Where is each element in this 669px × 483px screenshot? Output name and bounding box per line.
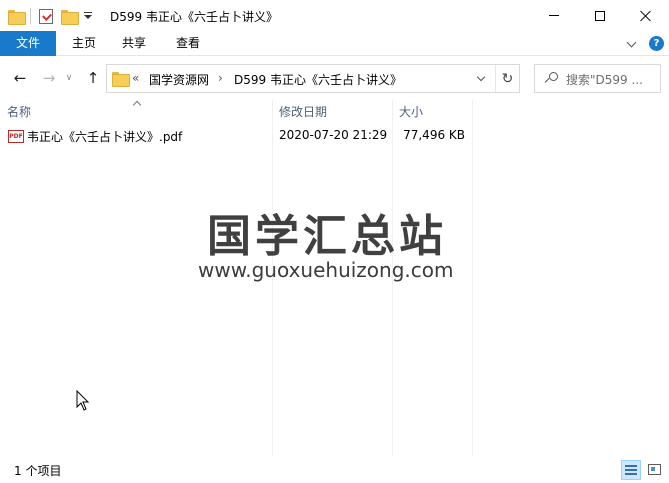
- search-box[interactable]: 搜索"D599 ...: [534, 64, 661, 93]
- folder-icon: [112, 72, 130, 87]
- status-bar: 1 个项目: [0, 456, 669, 483]
- item-count: 1 个项目: [14, 464, 62, 478]
- pdf-icon: PDF: [8, 130, 24, 143]
- back-button[interactable]: ←: [11, 67, 29, 89]
- quick-access-toolbar: [8, 6, 93, 26]
- refresh-button[interactable]: ↻: [495, 65, 519, 92]
- mouse-pointer-icon: [76, 390, 90, 411]
- tab-home[interactable]: 主页: [62, 31, 106, 56]
- maximize-icon: [595, 10, 605, 21]
- recent-locations-chevron-icon[interactable]: ∨: [63, 67, 75, 89]
- breadcrumb-overflow[interactable]: «: [132, 71, 139, 85]
- large-icons-view-button[interactable]: [645, 460, 665, 480]
- new-folder-icon[interactable]: [61, 9, 79, 25]
- search-icon: [545, 72, 558, 85]
- minimize-button[interactable]: [531, 0, 577, 31]
- search-input[interactable]: 搜索"D599 ...: [566, 71, 658, 88]
- file-size: 77,496 KB: [403, 128, 465, 142]
- maximize-button[interactable]: [577, 0, 623, 31]
- breadcrumb-separator-chevron-icon[interactable]: ›: [218, 71, 223, 85]
- column-header-size[interactable]: 大小: [392, 100, 472, 125]
- file-name[interactable]: 韦正心《六壬占卜讲义》.pdf: [27, 128, 182, 145]
- toolbar-divider: [30, 8, 31, 24]
- file-modified-date: 2020-07-20 21:29: [279, 128, 388, 142]
- column-header-modified[interactable]: 修改日期: [272, 100, 392, 125]
- breadcrumb-item-parent[interactable]: 国学资源网: [149, 71, 209, 88]
- minimize-icon: [549, 15, 559, 16]
- ribbon: 文件 主页 共享 查看 ?: [0, 31, 669, 56]
- large-icons-view-icon: [648, 464, 661, 475]
- breadcrumb-item-current[interactable]: D599 韦正心《六壬占卜讲义》: [234, 71, 402, 88]
- help-icon[interactable]: ?: [649, 36, 664, 51]
- forward-button[interactable]: →: [40, 67, 58, 89]
- close-icon: [640, 10, 652, 22]
- watermark-url: www.guoxuehuizong.com: [198, 258, 454, 282]
- title-bar: D599 韦正心《六壬占卜讲义》: [0, 0, 669, 31]
- file-list: 名称 修改日期 大小 PDF 韦正心《六壬占卜讲义》.pdf 2020-07-2…: [0, 100, 669, 456]
- sort-ascending-chevron-icon: [132, 100, 142, 106]
- expand-ribbon-chevron-icon[interactable]: [627, 39, 637, 47]
- details-view-button[interactable]: [621, 460, 641, 480]
- tab-view[interactable]: 查看: [166, 31, 210, 56]
- address-history-chevron-icon[interactable]: [476, 75, 486, 83]
- watermark-logo: 国学汇总站: [207, 211, 447, 262]
- details-view-icon: [625, 465, 637, 475]
- up-button[interactable]: ↑: [84, 67, 102, 89]
- tab-share[interactable]: 共享: [112, 31, 156, 56]
- close-button[interactable]: [623, 0, 669, 31]
- window-title: D599 韦正心《六壬占卜讲义》: [110, 10, 278, 24]
- tab-file[interactable]: 文件: [0, 31, 56, 56]
- address-bar[interactable]: « 国学资源网 › D599 韦正心《六壬占卜讲义》 ↻: [106, 64, 520, 93]
- file-row[interactable]: PDF 韦正心《六壬占卜讲义》.pdf 2020-07-20 21:29 77,…: [0, 126, 472, 146]
- navigation-bar: ← → ∨ ↑ « 国学资源网 › D599 韦正心《六壬占卜讲义》 ↻ 搜索"…: [0, 57, 669, 100]
- folder-icon[interactable]: [8, 9, 26, 25]
- properties-icon[interactable]: [39, 8, 53, 24]
- customize-toolbar-dropdown-icon[interactable]: [83, 11, 93, 21]
